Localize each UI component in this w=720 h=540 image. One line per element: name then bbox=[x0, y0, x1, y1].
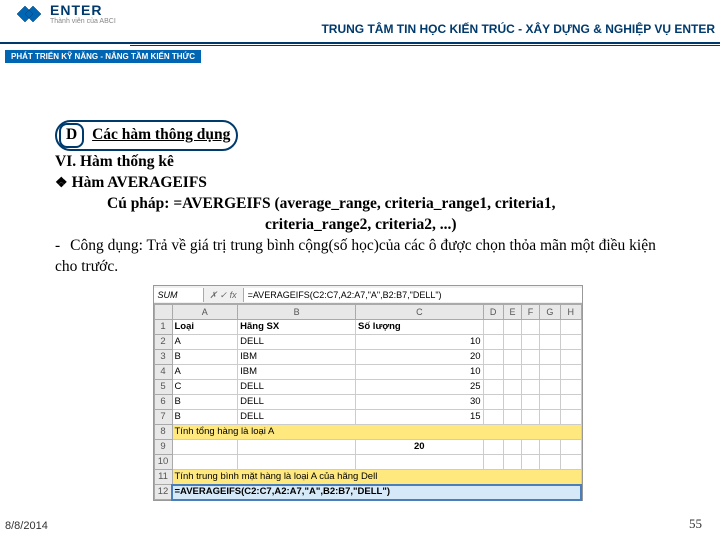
description: -Công dụng: Trả về giá trị trung bình cộ… bbox=[55, 236, 680, 278]
table-row: 7BDELL15 bbox=[154, 410, 581, 425]
brand-subtitle: Thành viên của ABCI bbox=[50, 18, 116, 25]
table-row: 1LoạiHãng SXSố lượng bbox=[154, 320, 581, 335]
syntax-line-2: criteria_range2, criteria2, ...) bbox=[265, 215, 680, 236]
section-letter: D bbox=[59, 123, 84, 148]
logo-icon bbox=[15, 4, 45, 24]
heading-vi: VI. Hàm thống kê bbox=[55, 152, 680, 173]
divider bbox=[130, 45, 720, 46]
section-title: Các hàm thông dụng bbox=[92, 126, 230, 143]
table-row: 10 bbox=[154, 455, 581, 470]
table-row: 11Tính trung bình mặt hàng là loại A của… bbox=[154, 470, 581, 485]
excel-screenshot: SUM ✗ ✓ fx =AVERAGEIFS(C2:C7,A2:A7,"A",B… bbox=[153, 285, 583, 501]
spreadsheet-grid: ABCDEFGH 1LoạiHãng SXSố lượng2ADELL103BI… bbox=[154, 304, 582, 500]
table-row: 4AIBM10 bbox=[154, 365, 581, 380]
table-row: 3BIBM20 bbox=[154, 350, 581, 365]
divider bbox=[0, 42, 720, 44]
heading-func: ❖Hàm AVERAGEIFS bbox=[55, 173, 680, 194]
table-row: 5CDELL25 bbox=[154, 380, 581, 395]
footer-page: 55 bbox=[689, 516, 702, 532]
slogan-bar: PHÁT TRIỂN KỸ NĂNG - NÂNG TẦM KIẾN THỨC bbox=[5, 50, 201, 63]
table-row: 6BDELL30 bbox=[154, 395, 581, 410]
table-row: 8Tính tổng hàng là loại A bbox=[154, 425, 581, 440]
footer-date: 8/8/2014 bbox=[5, 520, 48, 532]
formula-bar: SUM ✗ ✓ fx =AVERAGEIFS(C2:C7,A2:A7,"A",B… bbox=[154, 286, 582, 304]
dash-bullet: - bbox=[55, 237, 60, 254]
syntax-line-1: Cú pháp: =AVERGEIFS (average_range, crit… bbox=[107, 194, 680, 215]
slide-header: ENTER Thành viên của ABCI TRUNG TÂM TIN … bbox=[0, 0, 720, 50]
name-box: SUM bbox=[154, 288, 204, 302]
table-row: 12=AVERAGEIFS(C2:C7,A2:A7,"A",B2:B7,"DEL… bbox=[154, 485, 581, 500]
formula-input: =AVERAGEIFS(C2:C7,A2:A7,"A",B2:B7,"DELL"… bbox=[243, 288, 582, 302]
table-row: 920 bbox=[154, 440, 581, 455]
fx-icon: ✗ ✓ fx bbox=[204, 289, 243, 301]
logo-area: ENTER Thành viên của ABCI bbox=[15, 2, 116, 25]
slide-content: D Các hàm thông dụng VI. Hàm thống kê ❖H… bbox=[0, 50, 720, 501]
table-row: 2ADELL10 bbox=[154, 335, 581, 350]
brand-name: ENTER bbox=[50, 2, 102, 18]
header-title: TRUNG TÂM TIN HỌC KIẾN TRÚC - XÂY DỰNG &… bbox=[321, 22, 715, 36]
section-badge: D Các hàm thông dụng bbox=[55, 120, 238, 151]
diamond-bullet-icon: ❖ bbox=[55, 176, 68, 191]
